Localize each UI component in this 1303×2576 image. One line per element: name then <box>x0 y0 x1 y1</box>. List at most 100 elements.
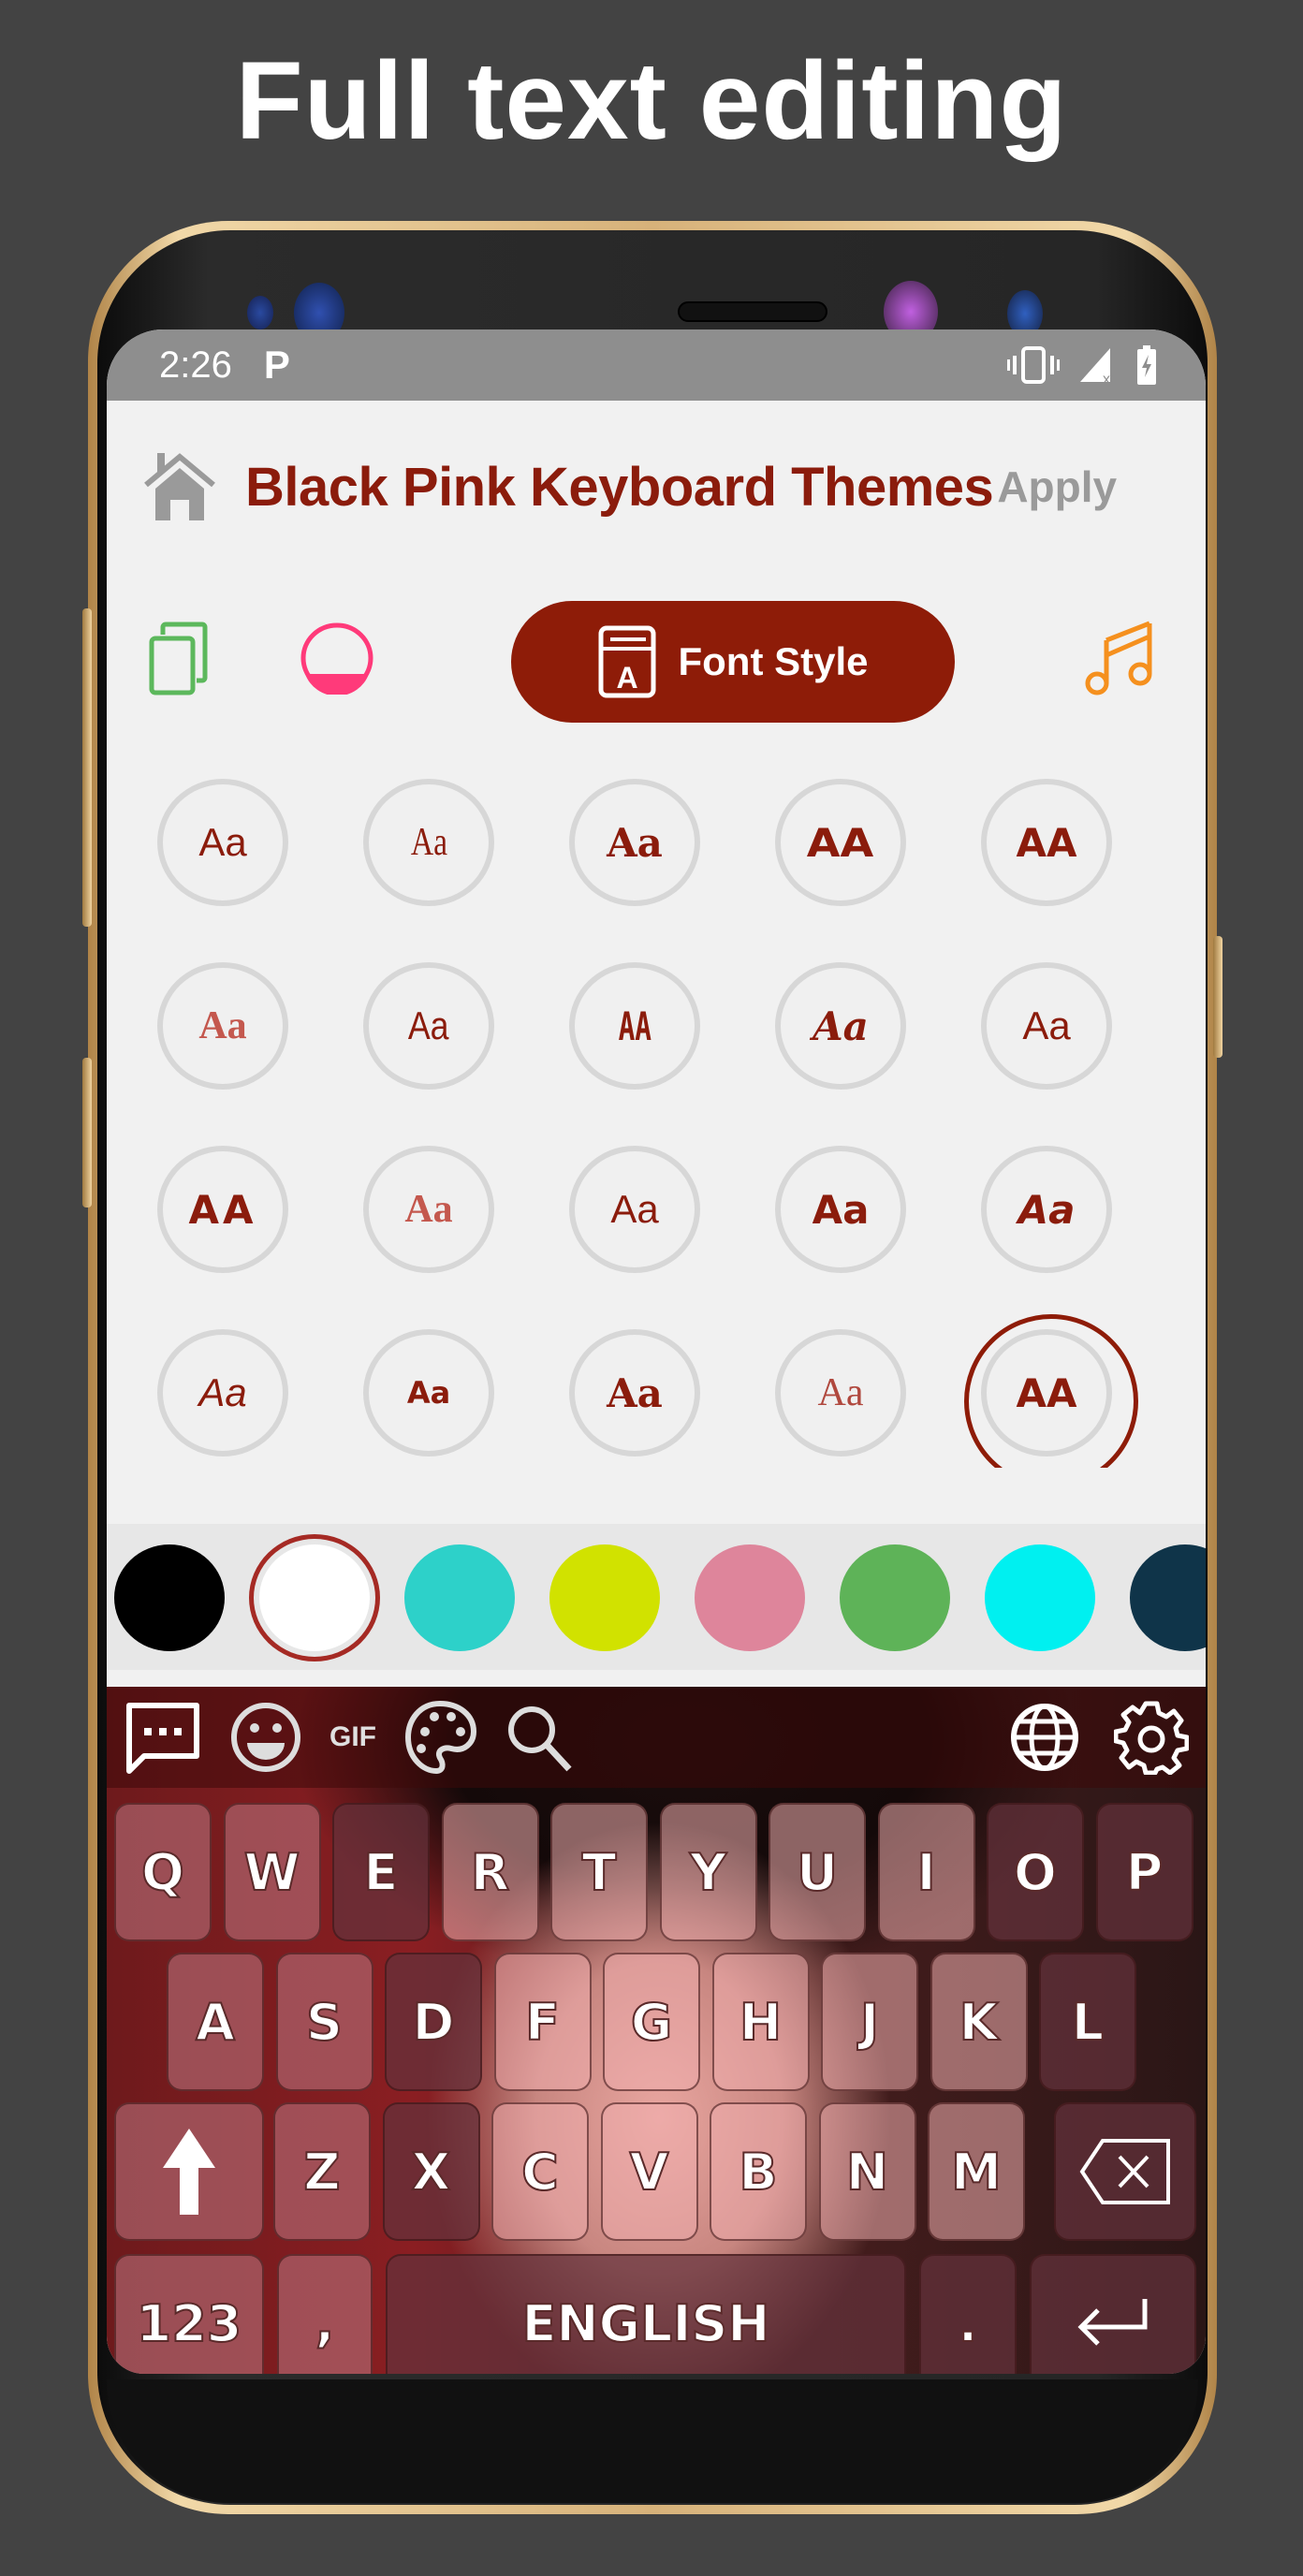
color-swatch[interactable] <box>404 1544 515 1651</box>
comma-key[interactable]: , <box>277 2254 373 2374</box>
key-w[interactable]: W <box>223 1803 321 1941</box>
font-option[interactable]: Aa <box>157 779 288 906</box>
key-s[interactable]: S <box>275 1953 373 2091</box>
font-option[interactable]: Aa <box>981 1146 1112 1273</box>
color-swatch[interactable] <box>1130 1544 1206 1651</box>
phone-screen: 2:26 P x Black Pink Keyboard Themes Appl… <box>107 329 1206 2374</box>
key-y[interactable]: Y <box>659 1803 757 1941</box>
backspace-key[interactable] <box>1054 2102 1196 2241</box>
music-note-icon[interactable] <box>1084 620 1157 696</box>
color-swatch[interactable] <box>259 1544 370 1651</box>
color-swatch[interactable] <box>114 1544 225 1651</box>
key-p[interactable]: P <box>1095 1803 1193 1941</box>
key-d[interactable]: D <box>385 1953 482 2091</box>
key-a-label: A <box>195 1992 236 2053</box>
font-sample: Aa <box>408 1003 449 1047</box>
palette-icon[interactable] <box>403 1698 477 1777</box>
battery-charging-icon <box>1137 345 1156 385</box>
key-z[interactable]: Z <box>273 2102 371 2241</box>
key-v[interactable]: V <box>600 2102 698 2241</box>
key-j[interactable]: J <box>821 1953 918 2091</box>
space-key-label: ENGLISH <box>521 2293 771 2354</box>
copy-icon[interactable] <box>148 622 210 696</box>
font-option[interactable]: Aa <box>157 1329 288 1456</box>
notification-p-icon: P <box>263 343 290 387</box>
font-sample: Aa <box>404 1188 453 1231</box>
enter-key[interactable] <box>1030 2254 1196 2374</box>
key-k-label: K <box>959 1992 1000 2053</box>
color-swatch[interactable] <box>840 1544 950 1651</box>
color-palette <box>107 1524 1206 1670</box>
tab-font-style[interactable]: A Font Style <box>511 601 955 723</box>
font-option[interactable]: Aa <box>775 1146 906 1273</box>
chat-icon[interactable] <box>124 1700 202 1775</box>
font-sample: Aa <box>410 821 447 864</box>
period-key[interactable]: . <box>919 2254 1017 2374</box>
key-i[interactable]: I <box>877 1803 975 1941</box>
font-option[interactable]: Aa <box>981 962 1112 1090</box>
settings-icon[interactable] <box>1114 1700 1189 1775</box>
shift-key[interactable] <box>114 2102 264 2241</box>
font-sample: Aa <box>607 819 663 866</box>
key-x[interactable]: X <box>382 2102 480 2241</box>
color-swatch[interactable] <box>549 1544 660 1651</box>
font-option[interactable]: Aa <box>569 1146 700 1273</box>
search-icon[interactable] <box>504 1702 575 1773</box>
key-o[interactable]: O <box>987 1803 1084 1941</box>
key-k[interactable]: K <box>930 1953 1028 2091</box>
font-option[interactable]: Aa <box>363 1329 494 1456</box>
app-title: Black Pink Keyboard Themes <box>245 456 994 518</box>
globe-icon[interactable] <box>1009 1701 1080 1774</box>
key-g[interactable]: G <box>603 1953 700 2091</box>
key-h[interactable]: H <box>711 1953 810 2091</box>
key-n[interactable]: N <box>818 2102 916 2241</box>
color-swatch[interactable] <box>695 1544 805 1651</box>
font-option[interactable]: Aa <box>775 1329 906 1456</box>
app-bar: Black Pink Keyboard Themes Apply <box>107 401 1206 573</box>
font-option[interactable]: AA <box>775 779 906 906</box>
key-c[interactable]: C <box>491 2102 589 2241</box>
home-icon[interactable] <box>142 451 217 522</box>
color-swatch[interactable] <box>985 1544 1095 1651</box>
emoji-icon[interactable] <box>228 1700 303 1775</box>
font-sample: Aa <box>198 820 247 864</box>
font-option[interactable]: Aa <box>157 962 288 1090</box>
phone-bottom-bezel <box>107 2379 1198 2503</box>
half-filled-circle-icon[interactable] <box>300 622 374 695</box>
font-option[interactable]: AA <box>569 962 700 1090</box>
key-q[interactable]: Q <box>114 1803 212 1941</box>
key-l[interactable]: L <box>1039 1953 1136 2091</box>
key-z-label: Z <box>302 2142 341 2203</box>
key-i-label: I <box>915 1842 936 1903</box>
apply-button[interactable]: Apply <box>997 461 1117 512</box>
key-m[interactable]: M <box>928 2102 1025 2241</box>
key-a[interactable]: A <box>167 1953 264 2091</box>
phone-frame: 2:26 P x Black Pink Keyboard Themes Appl… <box>88 221 1217 2514</box>
key-b[interactable]: B <box>710 2102 807 2241</box>
earpiece-speaker <box>678 301 827 322</box>
font-option[interactable]: Aa <box>363 779 494 906</box>
font-option[interactable]: Aa <box>569 779 700 906</box>
key-r[interactable]: R <box>441 1803 539 1941</box>
volume-button <box>82 608 92 927</box>
font-option[interactable]: AA <box>981 779 1112 906</box>
font-option[interactable]: Aa <box>363 962 494 1090</box>
font-option[interactable]: AA <box>157 1146 288 1273</box>
key-t[interactable]: T <box>550 1803 648 1941</box>
font-option[interactable]: AA <box>981 1329 1112 1456</box>
font-sample: AA <box>1016 1369 1077 1416</box>
key-e[interactable]: E <box>332 1803 430 1941</box>
key-u[interactable]: U <box>769 1803 866 1941</box>
gif-button[interactable]: GIF <box>329 1721 376 1753</box>
key-e-label: E <box>363 1842 400 1903</box>
numbers-key[interactable]: 123 <box>114 2254 264 2374</box>
key-f[interactable]: F <box>493 1953 592 2091</box>
font-option[interactable]: Aa <box>363 1146 494 1273</box>
enter-icon <box>1077 2299 1148 2346</box>
font-option[interactable]: Aa <box>569 1329 700 1456</box>
space-key[interactable]: ENGLISH <box>386 2254 906 2374</box>
font-sample: AA <box>1016 819 1077 866</box>
key-d-label: D <box>412 1992 456 2053</box>
svg-text:A: A <box>617 661 638 695</box>
font-option[interactable]: Aa <box>775 962 906 1090</box>
